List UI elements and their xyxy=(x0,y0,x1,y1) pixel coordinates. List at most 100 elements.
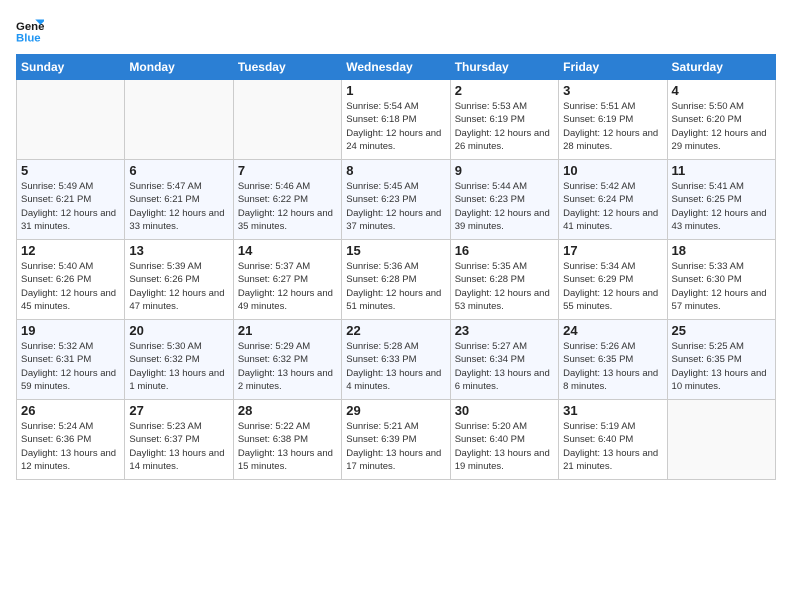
day-detail: Sunrise: 5:40 AM Sunset: 6:26 PM Dayligh… xyxy=(21,260,120,313)
day-number: 22 xyxy=(346,323,445,338)
day-detail: Sunrise: 5:51 AM Sunset: 6:19 PM Dayligh… xyxy=(563,100,662,153)
col-tuesday: Tuesday xyxy=(233,55,341,80)
day-number: 29 xyxy=(346,403,445,418)
day-detail: Sunrise: 5:41 AM Sunset: 6:25 PM Dayligh… xyxy=(672,180,771,233)
day-number: 25 xyxy=(672,323,771,338)
day-cell: 8 Sunrise: 5:45 AM Sunset: 6:23 PM Daylig… xyxy=(342,160,450,240)
day-detail: Sunrise: 5:37 AM Sunset: 6:27 PM Dayligh… xyxy=(238,260,337,313)
day-detail: Sunrise: 5:46 AM Sunset: 6:22 PM Dayligh… xyxy=(238,180,337,233)
day-cell xyxy=(233,80,341,160)
day-detail: Sunrise: 5:50 AM Sunset: 6:20 PM Dayligh… xyxy=(672,100,771,153)
day-cell xyxy=(125,80,233,160)
col-wednesday: Wednesday xyxy=(342,55,450,80)
day-cell: 18 Sunrise: 5:33 AM Sunset: 6:30 PM Dayli… xyxy=(667,240,775,320)
day-number: 18 xyxy=(672,243,771,258)
day-number: 31 xyxy=(563,403,662,418)
day-cell: 3 Sunrise: 5:51 AM Sunset: 6:19 PM Daylig… xyxy=(559,80,667,160)
day-cell: 21 Sunrise: 5:29 AM Sunset: 6:32 PM Dayli… xyxy=(233,320,341,400)
day-number: 23 xyxy=(455,323,554,338)
day-number: 5 xyxy=(21,163,120,178)
day-cell: 28 Sunrise: 5:22 AM Sunset: 6:38 PM Dayli… xyxy=(233,400,341,480)
day-number: 7 xyxy=(238,163,337,178)
day-detail: Sunrise: 5:44 AM Sunset: 6:23 PM Dayligh… xyxy=(455,180,554,233)
day-cell: 17 Sunrise: 5:34 AM Sunset: 6:29 PM Dayli… xyxy=(559,240,667,320)
day-number: 2 xyxy=(455,83,554,98)
day-detail: Sunrise: 5:26 AM Sunset: 6:35 PM Dayligh… xyxy=(563,340,662,393)
day-cell: 12 Sunrise: 5:40 AM Sunset: 6:26 PM Dayli… xyxy=(17,240,125,320)
day-detail: Sunrise: 5:34 AM Sunset: 6:29 PM Dayligh… xyxy=(563,260,662,313)
day-detail: Sunrise: 5:24 AM Sunset: 6:36 PM Dayligh… xyxy=(21,420,120,473)
day-cell: 6Sunrise: 5:47 AM Sunset: 6:21 PM Daylig… xyxy=(125,160,233,240)
day-number: 20 xyxy=(129,323,228,338)
day-cell xyxy=(17,80,125,160)
day-detail: Sunrise: 5:49 AM Sunset: 6:21 PM Dayligh… xyxy=(21,180,120,233)
day-detail: Sunrise: 5:20 AM Sunset: 6:40 PM Dayligh… xyxy=(455,420,554,473)
day-cell: 4Sunrise: 5:50 AM Sunset: 6:20 PM Daylig… xyxy=(667,80,775,160)
day-number: 10 xyxy=(563,163,662,178)
day-cell: 30 Sunrise: 5:20 AM Sunset: 6:40 PM Dayli… xyxy=(450,400,558,480)
day-cell: 1 Sunrise: 5:54 AM Sunset: 6:18 PM Daylig… xyxy=(342,80,450,160)
day-number: 9 xyxy=(455,163,554,178)
day-detail: Sunrise: 5:53 AM Sunset: 6:19 PM Dayligh… xyxy=(455,100,554,153)
day-cell: 7 Sunrise: 5:46 AM Sunset: 6:22 PM Daylig… xyxy=(233,160,341,240)
day-number: 27 xyxy=(129,403,228,418)
header-row: Sunday Monday Tuesday Wednesday Thursday… xyxy=(17,55,776,80)
day-detail: Sunrise: 5:29 AM Sunset: 6:32 PM Dayligh… xyxy=(238,340,337,393)
day-number: 14 xyxy=(238,243,337,258)
day-cell: 13 Sunrise: 5:39 AM Sunset: 6:26 PM Dayli… xyxy=(125,240,233,320)
day-detail: Sunrise: 5:22 AM Sunset: 6:38 PM Dayligh… xyxy=(238,420,337,473)
day-detail: Sunrise: 5:28 AM Sunset: 6:33 PM Dayligh… xyxy=(346,340,445,393)
day-detail: Sunrise: 5:47 AM Sunset: 6:21 PM Dayligh… xyxy=(129,180,228,233)
day-detail: Sunrise: 5:23 AM Sunset: 6:37 PM Dayligh… xyxy=(129,420,228,473)
day-cell: 2 Sunrise: 5:53 AM Sunset: 6:19 PM Daylig… xyxy=(450,80,558,160)
day-cell: 22 Sunrise: 5:28 AM Sunset: 6:33 PM Dayli… xyxy=(342,320,450,400)
day-number: 8 xyxy=(346,163,445,178)
day-cell: 27 Sunrise: 5:23 AM Sunset: 6:37 PM Dayli… xyxy=(125,400,233,480)
day-number: 30 xyxy=(455,403,554,418)
day-number: 3 xyxy=(563,83,662,98)
col-sunday: Sunday xyxy=(17,55,125,80)
day-number: 12 xyxy=(21,243,120,258)
day-number: 28 xyxy=(238,403,337,418)
col-monday: Monday xyxy=(125,55,233,80)
calendar-header: Sunday Monday Tuesday Wednesday Thursday… xyxy=(17,55,776,80)
day-number: 21 xyxy=(238,323,337,338)
day-cell xyxy=(667,400,775,480)
day-cell: 24 Sunrise: 5:26 AM Sunset: 6:35 PM Dayli… xyxy=(559,320,667,400)
day-number: 1 xyxy=(346,83,445,98)
col-friday: Friday xyxy=(559,55,667,80)
day-cell: 16Sunrise: 5:35 AM Sunset: 6:28 PM Dayli… xyxy=(450,240,558,320)
day-detail: Sunrise: 5:35 AM Sunset: 6:28 PM Dayligh… xyxy=(455,260,554,313)
day-cell: 15Sunrise: 5:36 AM Sunset: 6:28 PM Dayli… xyxy=(342,240,450,320)
day-cell: 23Sunrise: 5:27 AM Sunset: 6:34 PM Dayli… xyxy=(450,320,558,400)
day-detail: Sunrise: 5:45 AM Sunset: 6:23 PM Dayligh… xyxy=(346,180,445,233)
day-detail: Sunrise: 5:39 AM Sunset: 6:26 PM Dayligh… xyxy=(129,260,228,313)
day-number: 17 xyxy=(563,243,662,258)
day-detail: Sunrise: 5:42 AM Sunset: 6:24 PM Dayligh… xyxy=(563,180,662,233)
day-number: 19 xyxy=(21,323,120,338)
day-number: 15 xyxy=(346,243,445,258)
day-detail: Sunrise: 5:32 AM Sunset: 6:31 PM Dayligh… xyxy=(21,340,120,393)
day-detail: Sunrise: 5:30 AM Sunset: 6:32 PM Dayligh… xyxy=(129,340,228,393)
day-number: 11 xyxy=(672,163,771,178)
calendar-table: Sunday Monday Tuesday Wednesday Thursday… xyxy=(16,54,776,480)
day-cell: 29 Sunrise: 5:21 AM Sunset: 6:39 PM Dayli… xyxy=(342,400,450,480)
day-detail: Sunrise: 5:33 AM Sunset: 6:30 PM Dayligh… xyxy=(672,260,771,313)
day-detail: Sunrise: 5:21 AM Sunset: 6:39 PM Dayligh… xyxy=(346,420,445,473)
day-detail: Sunrise: 5:54 AM Sunset: 6:18 PM Dayligh… xyxy=(346,100,445,153)
day-number: 24 xyxy=(563,323,662,338)
day-cell: 11 Sunrise: 5:41 AM Sunset: 6:25 PM Dayli… xyxy=(667,160,775,240)
svg-text:Blue: Blue xyxy=(16,32,41,44)
page-header: General Blue xyxy=(16,16,776,44)
day-detail: Sunrise: 5:19 AM Sunset: 6:40 PM Dayligh… xyxy=(563,420,662,473)
week-row-1: 1 Sunrise: 5:54 AM Sunset: 6:18 PM Daylig… xyxy=(17,80,776,160)
day-number: 13 xyxy=(129,243,228,258)
day-cell: 10 Sunrise: 5:42 AM Sunset: 6:24 PM Dayli… xyxy=(559,160,667,240)
day-cell: 26Sunrise: 5:24 AM Sunset: 6:36 PM Dayli… xyxy=(17,400,125,480)
week-row-2: 5 Sunrise: 5:49 AM Sunset: 6:21 PM Daylig… xyxy=(17,160,776,240)
day-cell: 20 Sunrise: 5:30 AM Sunset: 6:32 PM Dayli… xyxy=(125,320,233,400)
calendar-body: 1 Sunrise: 5:54 AM Sunset: 6:18 PM Daylig… xyxy=(17,80,776,480)
week-row-4: 19 Sunrise: 5:32 AM Sunset: 6:31 PM Dayli… xyxy=(17,320,776,400)
day-cell: 14 Sunrise: 5:37 AM Sunset: 6:27 PM Dayli… xyxy=(233,240,341,320)
logo-icon: General Blue xyxy=(16,16,44,44)
